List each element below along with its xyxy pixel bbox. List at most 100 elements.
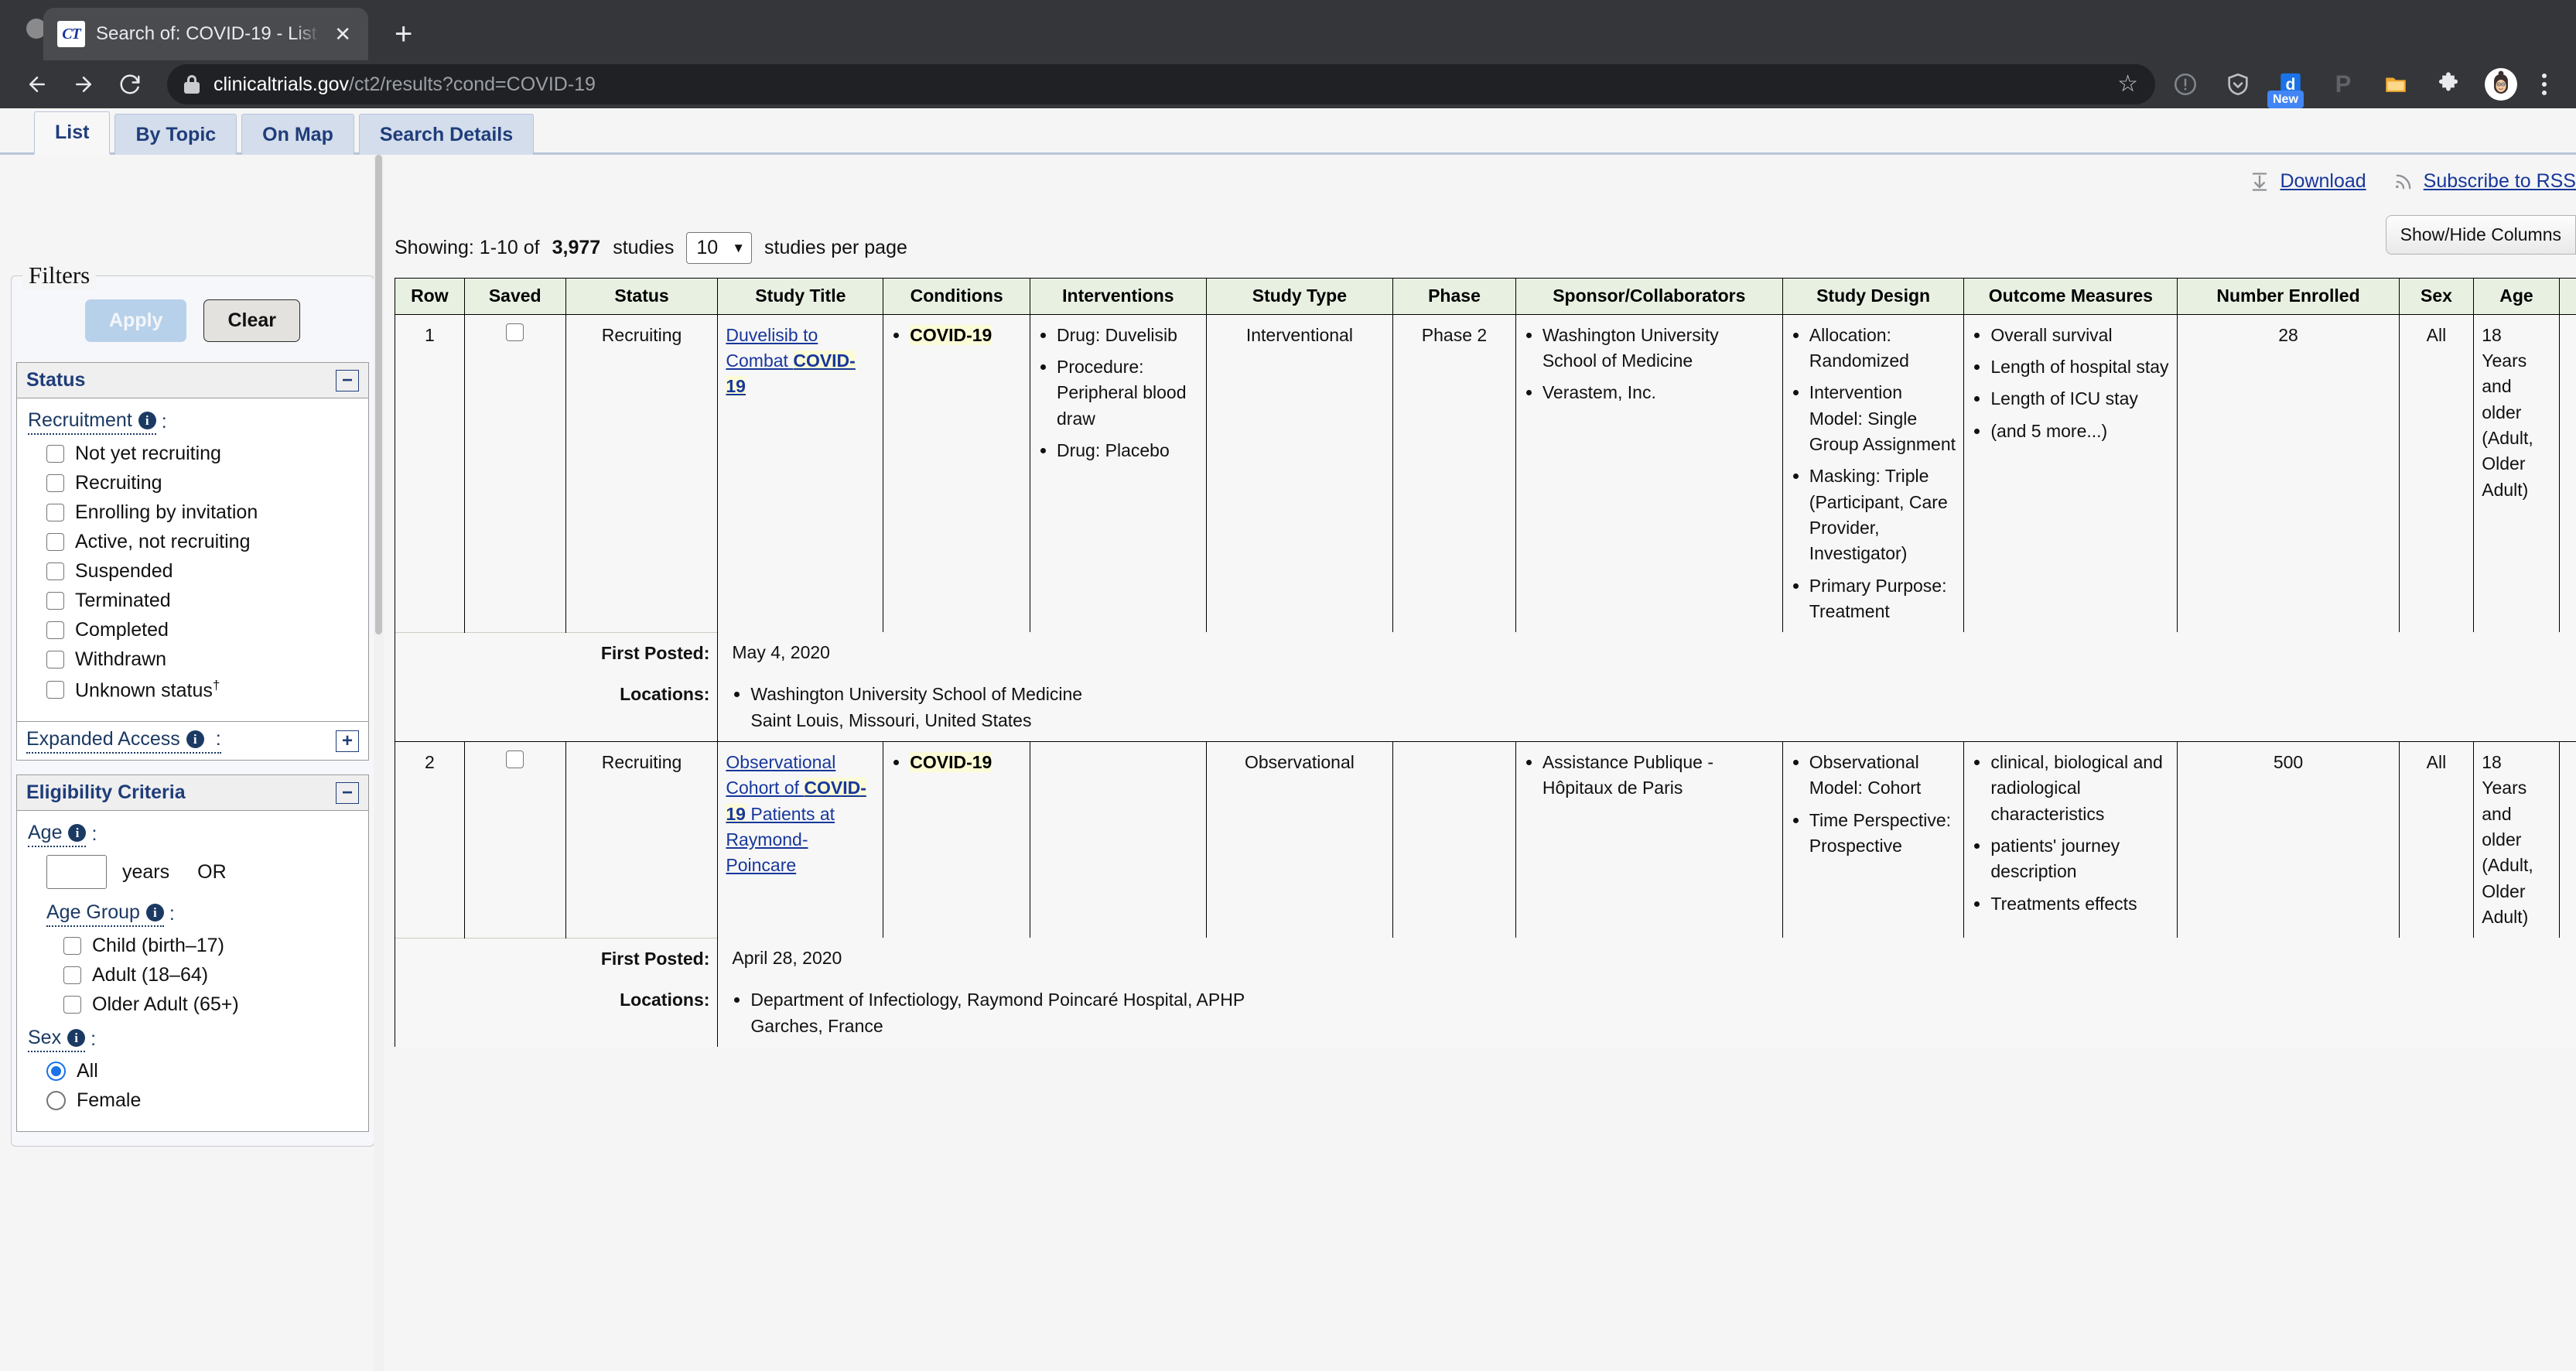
- checkbox-icon[interactable]: [46, 445, 64, 463]
- checkbox-recruiting[interactable]: Recruiting: [46, 472, 357, 494]
- checkbox-older-adult[interactable]: Older Adult (65+): [63, 993, 357, 1016]
- puzzle-icon[interactable]: [2432, 68, 2465, 101]
- checkbox-child[interactable]: Child (birth–17): [63, 935, 357, 957]
- checkbox-active-not-recruiting[interactable]: Active, not recruiting: [46, 531, 357, 553]
- kebab-menu-icon[interactable]: [2537, 74, 2551, 95]
- info-icon[interactable]: i: [145, 904, 164, 922]
- sidebar-scrollbar-thumb[interactable]: [375, 155, 382, 634]
- clear-button[interactable]: Clear: [203, 299, 300, 342]
- close-tab-icon[interactable]: ✕: [331, 24, 354, 44]
- col-age[interactable]: Age: [2473, 278, 2560, 315]
- studies-per-page-select[interactable]: 10 ▼: [686, 232, 753, 264]
- col-row[interactable]: Row: [395, 278, 465, 315]
- paypal-icon[interactable]: P: [2327, 68, 2359, 101]
- age-group-label[interactable]: Age Group i: [46, 901, 164, 928]
- checkbox-enrolling-by-invitation[interactable]: Enrolling by invitation: [46, 501, 357, 524]
- eligibility-panel-header[interactable]: Eligibility Criteria −: [17, 775, 368, 812]
- checkbox-adult[interactable]: Adult (18–64): [63, 964, 357, 986]
- checkbox-not-yet-recruiting[interactable]: Not yet recruiting: [46, 443, 357, 465]
- search-term-highlight: COVID-19: [910, 751, 992, 772]
- checkbox-icon[interactable]: [63, 996, 81, 1014]
- col-sponsor-collaborators[interactable]: Sponsor/Collaborators: [1515, 278, 1783, 315]
- checkbox-icon[interactable]: [46, 533, 64, 551]
- forward-icon[interactable]: [63, 64, 104, 104]
- checkbox-unknown-status[interactable]: Unknown status†: [46, 678, 357, 702]
- checkbox-suspended[interactable]: Suspended: [46, 560, 357, 583]
- age-label[interactable]: Age i: [28, 822, 87, 848]
- browser-tab[interactable]: CT Search of: COVID-19 - List Res ✕: [43, 8, 368, 60]
- col-phase[interactable]: Phase: [1392, 278, 1516, 315]
- table-row: 2 Recruiting Observational Cohort of COVID…: [395, 740, 2576, 939]
- checkbox-icon[interactable]: [46, 681, 64, 699]
- checkbox-terminated[interactable]: Terminated: [46, 590, 357, 612]
- docs-icon[interactable]: d New: [2267, 68, 2307, 108]
- shield-icon[interactable]: [2222, 68, 2254, 101]
- col-status[interactable]: Status: [565, 278, 719, 315]
- list-item: clinical, biological and radiological ch…: [1990, 750, 2169, 827]
- cell-saved[interactable]: [463, 740, 566, 939]
- col-saved[interactable]: Saved: [463, 278, 566, 315]
- save-study-checkbox[interactable]: [506, 750, 524, 768]
- radio-sex-female[interactable]: Female: [28, 1089, 357, 1112]
- info-icon[interactable]: i: [67, 1029, 86, 1048]
- info-icon[interactable]: i: [68, 824, 87, 843]
- col-nct-number[interactable]: NCT Number: [2558, 278, 2576, 315]
- info-icon[interactable]: i: [138, 412, 156, 429]
- col-interventions[interactable]: Interventions: [1030, 278, 1207, 315]
- tab-on-map[interactable]: On Map: [241, 114, 354, 155]
- sidebar-scrollbar[interactable]: [374, 155, 384, 1371]
- cell-study-title[interactable]: Duvelisib to Combat COVID-19: [717, 313, 884, 633]
- checkbox-withdrawn[interactable]: Withdrawn: [46, 648, 357, 671]
- age-input[interactable]: [46, 855, 107, 890]
- expanded-access-row[interactable]: Expanded Access i : +: [17, 721, 368, 761]
- reload-icon[interactable]: [110, 64, 150, 104]
- tab-list[interactable]: List: [34, 111, 111, 155]
- checkbox-icon[interactable]: [46, 592, 64, 610]
- info-icon[interactable]: i: [186, 730, 204, 749]
- radio-icon[interactable]: [46, 1091, 66, 1111]
- age-input-row: years OR: [28, 855, 357, 890]
- expanded-access-toggle[interactable]: +: [336, 730, 359, 752]
- status-collapse-toggle[interactable]: −: [336, 369, 359, 391]
- checkbox-icon[interactable]: [46, 621, 64, 639]
- cell-age: 18 Years and older (Adult, Older Adult): [2473, 740, 2560, 939]
- col-study-design[interactable]: Study Design: [1782, 278, 1965, 315]
- radio-icon-selected[interactable]: [46, 1062, 66, 1082]
- apply-button[interactable]: Apply: [85, 299, 187, 342]
- checkbox-icon[interactable]: [46, 651, 64, 668]
- checkbox-icon[interactable]: [63, 937, 81, 956]
- checkbox-icon[interactable]: [46, 504, 64, 521]
- recruitment-label[interactable]: Recruitment i: [28, 409, 156, 435]
- new-tab-icon[interactable]: +: [395, 19, 412, 50]
- bookmark-star-icon[interactable]: ☆: [2117, 73, 2138, 96]
- address-bar[interactable]: clinicaltrials.gov/ct2/results?cond=COVI…: [167, 64, 2155, 104]
- list-item: Verastem, Inc.: [1543, 380, 1775, 405]
- status-panel-header[interactable]: Status −: [17, 363, 368, 398]
- tab-by-topic[interactable]: By Topic: [114, 114, 237, 155]
- checkbox-icon[interactable]: [46, 474, 64, 492]
- radio-sex-all[interactable]: All: [28, 1060, 357, 1082]
- study-title-link[interactable]: Duvelisib to Combat COVID-19: [726, 325, 856, 397]
- checkbox-icon[interactable]: [63, 966, 81, 985]
- study-title-link[interactable]: Observational Cohort of COVID-19 Patient…: [726, 752, 866, 875]
- cell-saved[interactable]: [463, 313, 566, 633]
- col-number-enrolled[interactable]: Number Enrolled: [2177, 278, 2400, 315]
- checkbox-icon[interactable]: [46, 562, 64, 580]
- info-circle-icon[interactable]: [2169, 68, 2202, 101]
- first-posted-label: First Posted:: [394, 937, 719, 980]
- checkbox-completed[interactable]: Completed: [46, 619, 357, 641]
- col-conditions[interactable]: Conditions: [883, 278, 1030, 315]
- save-study-checkbox[interactable]: [506, 323, 524, 341]
- col-study-type[interactable]: Study Type: [1205, 278, 1394, 315]
- col-outcome-measures[interactable]: Outcome Measures: [1963, 278, 2178, 315]
- sex-label[interactable]: Sex i: [28, 1027, 86, 1053]
- tab-search-details[interactable]: Search Details: [358, 114, 535, 155]
- col-study-title[interactable]: Study Title: [717, 278, 884, 315]
- cell-study-title[interactable]: Observational Cohort of COVID-19 Patient…: [717, 740, 884, 939]
- folder-icon[interactable]: [2380, 68, 2412, 101]
- back-icon[interactable]: [17, 64, 57, 104]
- expanded-access-label[interactable]: Expanded Access i :: [26, 728, 221, 754]
- avatar[interactable]: [2485, 68, 2517, 101]
- col-sex[interactable]: Sex: [2398, 278, 2475, 315]
- eligibility-collapse-toggle[interactable]: −: [336, 781, 359, 804]
